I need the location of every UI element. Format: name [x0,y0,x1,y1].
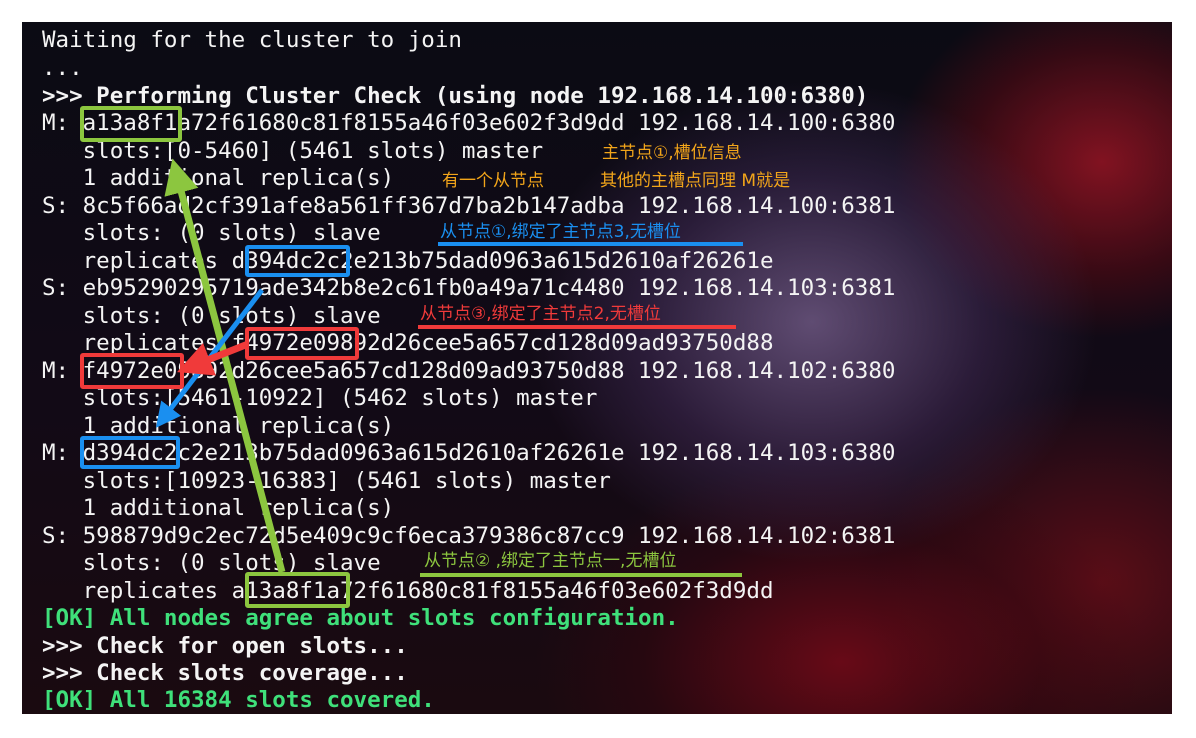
terminal-line: ... [42,55,83,81]
slave2-note-underline [420,573,742,577]
slave3-replicates-highlight [245,327,359,360]
master1-slots-annotation: 主节点①,槽位信息 [602,143,742,163]
terminal-line: >>> Check slots coverage... [42,660,408,686]
terminal-line: slots: (0 slots) slave [42,220,381,246]
terminal-line: >>> Check for open slots... [42,633,408,659]
terminal-line: slots:[5461-10922] (5462 slots) master [42,385,598,411]
slave2-annotation: 从节点② ,绑定了主节点一,无槽位 [424,551,677,571]
others-annotation: 其他的主槽点同理 M就是 [600,171,791,191]
terminal-line: slots:[10923-16383] (5461 slots) master [42,468,611,494]
terminal-line-ok: [OK] All 16384 slots covered. [42,687,435,713]
terminal-line: slots:[0-5460] (5461 slots) master [42,138,544,164]
one-replica-annotation: 有一个从节点 [442,171,544,191]
terminal-line: 1 additional replica(s) [42,495,395,521]
master1-id-highlight [80,106,182,142]
terminal-line: 1 additional replica(s) [42,165,395,191]
slave1-annotation: 从节点①,绑定了主节点3,无槽位 [440,222,681,242]
terminal-line: S: eb95290295719ade342b8e2c61fb0a49a71c4… [42,275,896,301]
terminal-line: S: 598879d9c2ec72d5e409c9cf6eca379386c87… [42,523,896,549]
slave1-replicates-highlight [245,245,350,277]
terminal-line: S: 8c5f66ad2cf391afe8a561ff367d7ba2b147a… [42,193,896,219]
slave3-annotation: 从节点③,绑定了主节点2,无槽位 [420,304,661,324]
slave3-note-underline [418,325,736,329]
terminal-line-ok: [OK] All nodes agree about slots configu… [42,605,679,631]
terminal-line: Waiting for the cluster to join [42,27,462,53]
master3-id-highlight [80,436,180,469]
terminal-line: slots: (0 slots) slave [42,303,381,329]
terminal-window: Waiting for the cluster to join ... >>> … [22,22,1172,714]
slave2-replicates-highlight [245,572,350,608]
terminal-line: replicates a13a8f1a72f61680c81f8155a46f0… [42,578,774,604]
terminal-line: replicates d394dc2c2e213b75dad0963a615d2… [42,248,774,274]
master2-id-highlight [80,353,184,389]
